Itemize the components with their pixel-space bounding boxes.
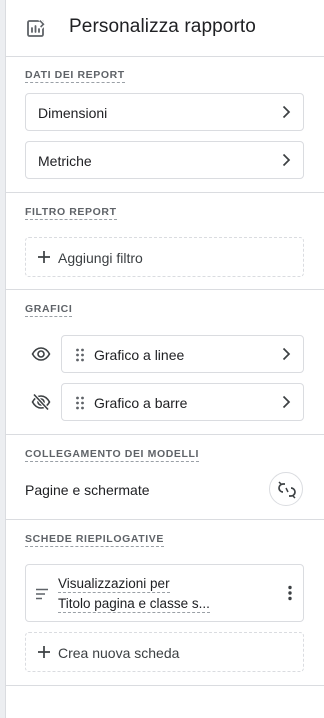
panel-title: Personalizza rapporto: [69, 16, 256, 37]
section-label-report-filter: FILTRO REPORT: [25, 206, 117, 220]
summary-card-title-line1: Visualizzazioni per: [58, 576, 170, 593]
divider: [6, 56, 324, 57]
customize-report-panel: Personalizza rapporto DATI DEI REPORT Di…: [6, 0, 324, 718]
more-vert-icon[interactable]: [287, 585, 293, 601]
add-filter-button[interactable]: Aggiungi filtro: [25, 237, 304, 277]
metrics-label: Metriche: [38, 153, 92, 169]
eye-icon[interactable]: [31, 344, 51, 364]
divider: [6, 289, 324, 290]
drag-handle-icon[interactable]: [75, 348, 85, 362]
divider: [6, 192, 324, 193]
plus-icon: [38, 251, 50, 263]
section-label-model-link: COLLEGAMENTO DEI MODELLI: [25, 448, 200, 462]
section-label-summary-cards: SCHEDE RIEPILOGATIVE: [25, 533, 164, 547]
panel-header: Personalizza rapporto: [6, 0, 324, 56]
chart-row-line[interactable]: Grafico a linee: [61, 335, 304, 373]
add-filter-label: Aggiungi filtro: [58, 250, 143, 266]
unlink-button[interactable]: [269, 472, 303, 506]
summary-card-title-line2: Titolo pagina e classe s...: [58, 596, 210, 613]
chevron-right-icon: [282, 153, 291, 167]
drag-handle-icon[interactable]: [75, 396, 85, 410]
report-edit-icon: [26, 18, 47, 38]
chart-label: Grafico a barre: [94, 395, 188, 411]
metrics-row[interactable]: Metriche: [25, 141, 304, 179]
chevron-right-icon: [282, 395, 291, 409]
card-type-icon: [36, 588, 48, 600]
chevron-right-icon: [282, 347, 291, 361]
dimensions-label: Dimensioni: [38, 105, 108, 121]
divider: [6, 434, 324, 435]
eye-off-icon[interactable]: [31, 392, 51, 412]
chart-row-bar[interactable]: Grafico a barre: [61, 383, 304, 421]
section-label-report-data: DATI DEI REPORT: [25, 69, 125, 83]
divider: [6, 685, 324, 686]
summary-card[interactable]: Visualizzazioni per Titolo pagina e clas…: [25, 564, 304, 622]
chart-label: Grafico a linee: [94, 347, 185, 363]
plus-icon: [38, 646, 50, 658]
divider: [6, 519, 324, 520]
section-label-charts: GRAFICI: [25, 303, 73, 317]
unlink-icon: [278, 481, 296, 499]
model-link-value: Pagine e schermate: [25, 482, 150, 498]
create-card-label: Crea nuova scheda: [58, 645, 180, 661]
chevron-right-icon: [282, 105, 291, 119]
create-card-button[interactable]: Crea nuova scheda: [25, 632, 304, 672]
dimensions-row[interactable]: Dimensioni: [25, 93, 304, 131]
